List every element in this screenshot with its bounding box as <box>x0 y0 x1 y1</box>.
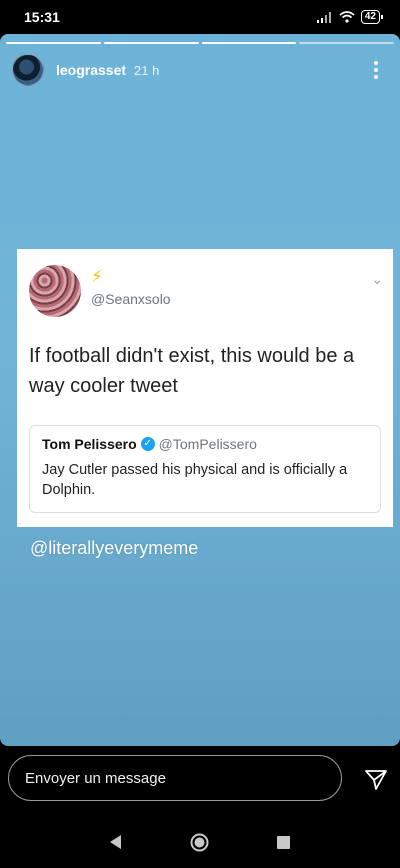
story-time: 21 h <box>134 62 160 78</box>
quote-text: Jay Cutler passed his physical and is of… <box>42 462 348 498</box>
status-icons: 42 <box>316 10 384 24</box>
tweet-text: If football didn't exist, this would be … <box>29 345 355 397</box>
system-nav-bar <box>0 814 400 868</box>
signal-icon <box>316 12 331 23</box>
status-bar: 15:31 42 <box>0 0 400 34</box>
tweet-avatar <box>29 265 81 317</box>
more-vertical-icon[interactable] <box>364 61 388 79</box>
username[interactable]: leograsset <box>56 62 126 78</box>
quote-author-name: Tom Pelissero <box>42 436 137 452</box>
avatar[interactable] <box>12 54 44 86</box>
reply-bar <box>0 746 400 814</box>
story-progress <box>6 42 394 44</box>
quoted-tweet: Tom Pelissero ✓ @TomPelissero Jay Cutler… <box>29 425 381 513</box>
verified-icon: ✓ <box>140 437 155 451</box>
lightning-icon: ⚡ <box>91 267 103 286</box>
quote-author-handle: @TomPelissero <box>158 436 257 452</box>
message-input[interactable] <box>8 755 342 801</box>
chevron-down-icon: ⌄ <box>371 271 383 287</box>
progress-segment <box>299 42 394 44</box>
back-icon[interactable] <box>108 834 122 850</box>
story-viewer[interactable]: leograsset 21 h ⚡ @Seanxsolo ⌄ If footba… <box>0 34 400 746</box>
tweet-card: ⚡ @Seanxsolo ⌄ If football didn't exist,… <box>17 249 393 527</box>
progress-segment <box>6 42 101 44</box>
wifi-icon <box>339 11 355 23</box>
tweet-handle: @Seanxsolo <box>91 291 171 307</box>
send-icon[interactable] <box>364 768 388 792</box>
story-caption-mention[interactable]: @literallyeverymeme <box>30 538 198 559</box>
home-icon[interactable] <box>190 833 209 852</box>
quote-header: Tom Pelissero ✓ @TomPelissero <box>42 436 368 452</box>
battery-icon: 42 <box>360 10 384 24</box>
progress-segment <box>103 42 199 44</box>
story-header: leograsset 21 h <box>12 54 388 86</box>
progress-segment <box>201 42 297 44</box>
status-time: 15:31 <box>24 9 60 25</box>
recents-icon[interactable] <box>277 836 290 849</box>
